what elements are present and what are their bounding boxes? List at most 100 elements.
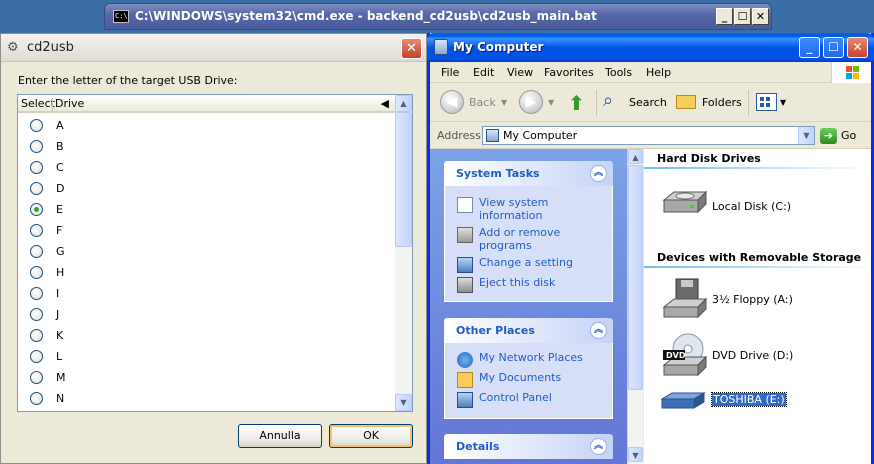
back-arrow-icon[interactable]: ◀ bbox=[440, 90, 464, 114]
maximize-button[interactable]: ☐ bbox=[734, 8, 751, 25]
collapse-chevron-icon[interactable]: ︽ bbox=[590, 438, 607, 455]
column-header-drive[interactable]: Drive bbox=[55, 97, 84, 110]
maximize-button[interactable]: ☐ bbox=[823, 37, 844, 58]
drive-floppy-a[interactable]: 3½ Floppy (A:) bbox=[660, 277, 860, 325]
drive-radio[interactable] bbox=[30, 266, 43, 279]
drive-dvd-d[interactable]: DVD DVD Drive (D:) bbox=[660, 331, 860, 379]
dialog-titlebar[interactable]: ⚙ cd2usb ✕ bbox=[1, 34, 426, 62]
drive-radio[interactable] bbox=[30, 371, 43, 384]
drive-list[interactable]: Select Drive ◀ ABCDEFGHIJKLMN ▲ ▼ bbox=[17, 94, 413, 412]
drive-row-g[interactable]: G bbox=[18, 241, 395, 262]
drive-label: 3½ Floppy (A:) bbox=[712, 293, 793, 306]
usb-drive-icon bbox=[660, 392, 706, 409]
drive-row-d[interactable]: D bbox=[18, 178, 395, 199]
drive-radio[interactable] bbox=[30, 350, 43, 363]
computer-icon bbox=[486, 129, 499, 142]
close-button[interactable]: ✕ bbox=[401, 38, 422, 59]
back-dropdown-icon[interactable]: ▼ bbox=[501, 98, 507, 107]
address-dropdown-icon[interactable]: ▼ bbox=[798, 127, 814, 144]
drive-radio[interactable] bbox=[30, 308, 43, 321]
menu-edit[interactable]: Edit bbox=[473, 66, 494, 79]
drive-local-disk-c[interactable]: Local Disk (C:) bbox=[660, 182, 860, 230]
floppy-drive-icon bbox=[662, 278, 708, 319]
search-icon[interactable]: ⌕ bbox=[603, 90, 613, 111]
drive-row-a[interactable]: A bbox=[18, 115, 395, 136]
menu-view[interactable]: View bbox=[507, 66, 533, 79]
drive-radio[interactable] bbox=[30, 140, 43, 153]
other-places-panel: Other Places ︽ My Network Places My Docu… bbox=[444, 318, 613, 419]
views-icon[interactable] bbox=[756, 93, 777, 111]
cancel-button[interactable]: Annulla bbox=[238, 424, 322, 448]
collapse-chevron-icon[interactable]: ︽ bbox=[590, 165, 607, 182]
go-button[interactable]: Go bbox=[841, 129, 856, 142]
drive-row-n[interactable]: N bbox=[18, 388, 395, 409]
drive-radio[interactable] bbox=[30, 392, 43, 405]
gear-icon: ⚙ bbox=[7, 40, 19, 55]
back-button[interactable]: Back bbox=[469, 96, 496, 109]
scroll-down-button[interactable]: ▼ bbox=[395, 394, 412, 411]
drive-row-i[interactable]: I bbox=[18, 283, 395, 304]
drive-toshiba-e[interactable]: TOSHIBA (E:) bbox=[660, 387, 860, 435]
cmd-window-titlebar[interactable]: C:\ C:\WINDOWS\system32\cmd.exe - backen… bbox=[104, 3, 772, 30]
drive-radio[interactable] bbox=[30, 182, 43, 195]
drive-radio[interactable] bbox=[30, 203, 43, 216]
task-pane-scrollbar[interactable]: ▲ ▼ bbox=[627, 149, 643, 464]
search-button[interactable]: Search bbox=[629, 96, 667, 109]
folder-icon[interactable] bbox=[676, 95, 696, 109]
vertical-scrollbar[interactable]: ▲ ▼ bbox=[395, 95, 412, 411]
forward-dropdown-icon[interactable]: ▼ bbox=[548, 98, 554, 107]
drive-letter: D bbox=[56, 182, 65, 195]
menu-file[interactable]: File bbox=[441, 66, 459, 79]
ok-button[interactable]: OK bbox=[329, 424, 413, 448]
address-field[interactable]: My Computer ▼ bbox=[482, 126, 815, 145]
my-computer-window: My Computer _ ☐ ✕ File Edit View Favorit… bbox=[427, 33, 874, 464]
close-button[interactable]: ✕ bbox=[847, 37, 868, 58]
drive-radio[interactable] bbox=[30, 245, 43, 258]
drive-row-f[interactable]: F bbox=[18, 220, 395, 241]
views-dropdown-icon[interactable]: ▼ bbox=[780, 98, 786, 107]
up-folder-icon[interactable]: ⬆ bbox=[568, 91, 585, 115]
column-header-select[interactable]: Select bbox=[21, 97, 55, 110]
other-places-header[interactable]: Other Places ︽ bbox=[444, 318, 613, 343]
scroll-up-button[interactable]: ▲ bbox=[395, 95, 412, 112]
scroll-thumb[interactable] bbox=[395, 112, 412, 247]
close-button[interactable]: ✕ bbox=[752, 8, 769, 25]
system-tasks-panel: System Tasks ︽ View system information A… bbox=[444, 161, 613, 302]
drive-row-h[interactable]: H bbox=[18, 262, 395, 283]
drive-row-l[interactable]: L bbox=[18, 346, 395, 367]
drive-letter: G bbox=[56, 245, 65, 258]
forward-arrow-icon[interactable]: ▶ bbox=[519, 90, 543, 114]
minimize-button[interactable]: _ bbox=[716, 8, 733, 25]
drive-radio[interactable] bbox=[30, 329, 43, 342]
go-arrow-icon[interactable]: ➔ bbox=[820, 128, 837, 144]
details-header[interactable]: Details ︽ bbox=[444, 434, 613, 459]
menu-favorites[interactable]: Favorites bbox=[544, 66, 594, 79]
scroll-down-button[interactable]: ▼ bbox=[628, 447, 643, 462]
drive-letter: F bbox=[56, 224, 63, 237]
drive-row-j[interactable]: J bbox=[18, 304, 395, 325]
menu-help[interactable]: Help bbox=[646, 66, 671, 79]
system-tasks-header[interactable]: System Tasks ︽ bbox=[444, 161, 613, 186]
drive-row-b[interactable]: B bbox=[18, 136, 395, 157]
scroll-thumb[interactable] bbox=[628, 165, 643, 390]
scroll-left-icon[interactable]: ◀ bbox=[381, 97, 389, 110]
drive-radio[interactable] bbox=[30, 224, 43, 237]
drive-row-k[interactable]: K bbox=[18, 325, 395, 346]
hard-disks-heading: Hard Disk Drives bbox=[657, 152, 761, 165]
drive-radio[interactable] bbox=[30, 161, 43, 174]
folders-button[interactable]: Folders bbox=[702, 96, 742, 109]
scroll-up-button[interactable]: ▲ bbox=[628, 149, 643, 164]
explorer-titlebar[interactable]: My Computer _ ☐ ✕ bbox=[427, 33, 874, 62]
drive-row-m[interactable]: M bbox=[18, 367, 395, 388]
drive-letter: E bbox=[56, 203, 63, 216]
minimize-button[interactable]: _ bbox=[799, 37, 820, 58]
menu-tools[interactable]: Tools bbox=[605, 66, 632, 79]
drive-row-e[interactable]: E bbox=[18, 199, 395, 220]
drive-row-c[interactable]: C bbox=[18, 157, 395, 178]
drive-radio[interactable] bbox=[30, 287, 43, 300]
drive-radio[interactable] bbox=[30, 119, 43, 132]
network-icon bbox=[457, 352, 473, 368]
collapse-chevron-icon[interactable]: ︽ bbox=[590, 322, 607, 339]
eject-icon bbox=[457, 277, 473, 293]
cd2usb-dialog: ⚙ cd2usb ✕ Enter the letter of the targe… bbox=[0, 33, 427, 464]
